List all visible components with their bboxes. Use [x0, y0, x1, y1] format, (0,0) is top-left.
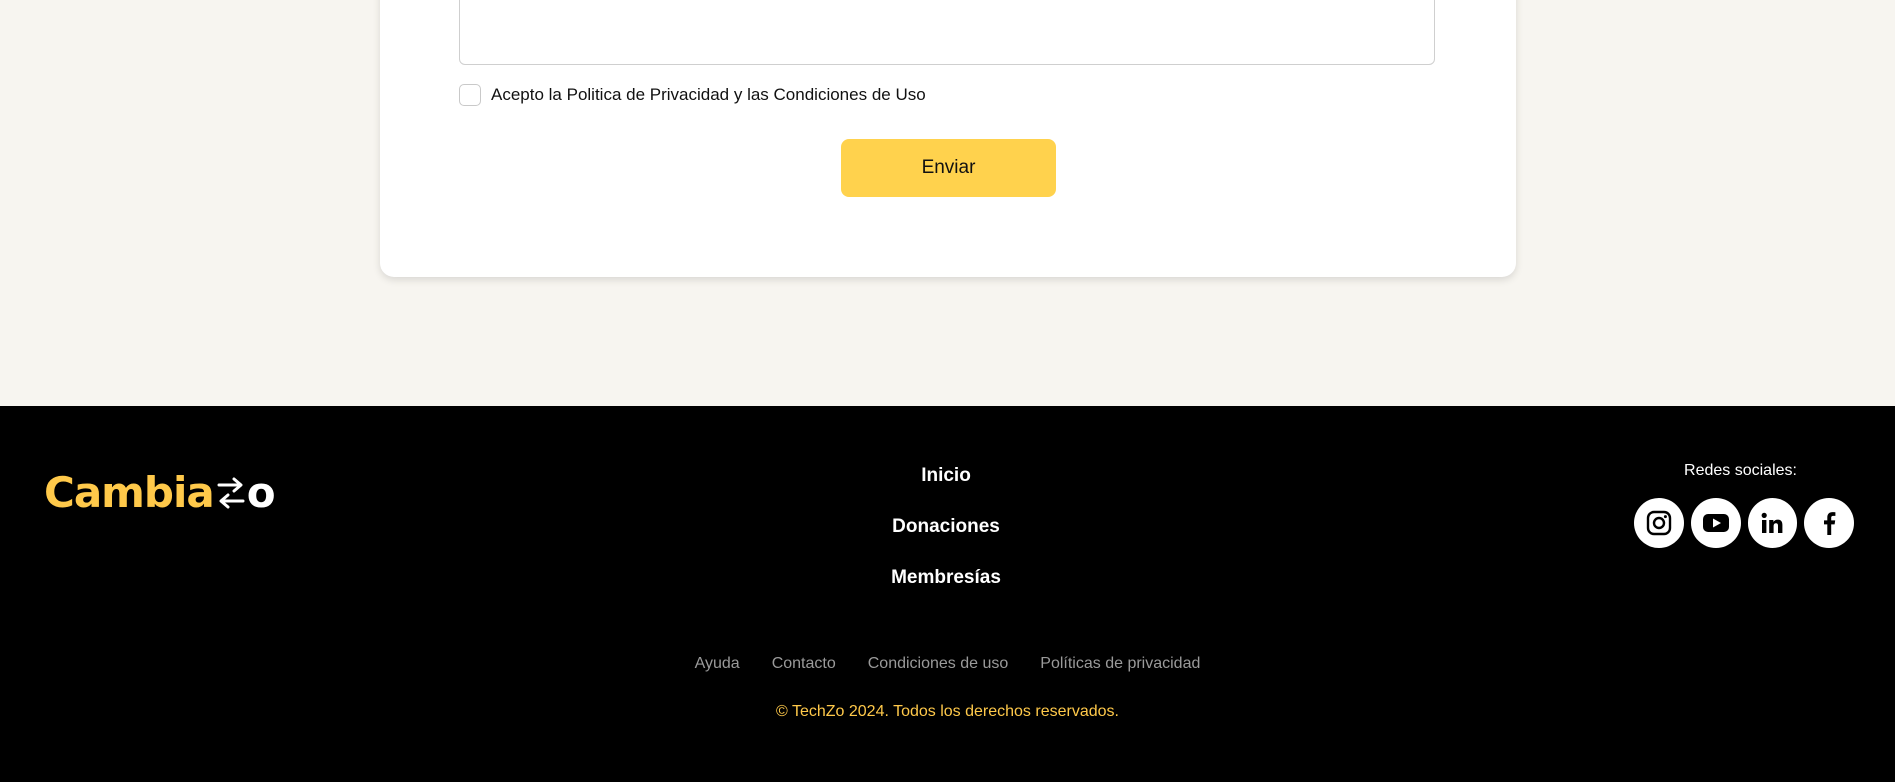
- legal-links: Ayuda Contacto Condiciones de uso Políti…: [0, 655, 1895, 673]
- nav-link-inicio[interactable]: Inicio: [796, 464, 1096, 515]
- linkedin-link[interactable]: [1747, 498, 1798, 548]
- link-condiciones-de-uso[interactable]: Condiciones de uso: [868, 655, 1009, 673]
- message-textarea[interactable]: [459, 0, 1435, 65]
- link-ayuda[interactable]: Ayuda: [695, 655, 740, 673]
- consent-row[interactable]: Acepto la Politica de Privacidad y las C…: [459, 84, 926, 106]
- copyright-text: © TechZo 2024. Todos los derechos reserv…: [776, 703, 1119, 720]
- consent-checkbox[interactable]: [459, 84, 481, 106]
- consent-label: Acepto la Politica de Privacidad y las C…: [491, 85, 926, 104]
- nav-link-membresias[interactable]: Membresías: [796, 566, 1096, 617]
- contact-form-card: Acepto la Politica de Privacidad y las C…: [380, 0, 1516, 277]
- instagram-icon: [1646, 510, 1672, 536]
- youtube-link[interactable]: [1690, 498, 1741, 548]
- cambiazo-logo[interactable]: Cambia o: [44, 468, 276, 517]
- social-icons: [1634, 498, 1854, 548]
- submit-button[interactable]: Enviar: [841, 139, 1056, 197]
- social-title: Redes sociales:: [1684, 462, 1797, 479]
- logo-text-cambia: Cambia: [44, 468, 215, 517]
- linkedin-icon: [1761, 512, 1783, 533]
- link-contacto[interactable]: Contacto: [772, 655, 836, 673]
- logo-text-o: o: [246, 468, 276, 517]
- link-politicas-de-privacidad[interactable]: Políticas de privacidad: [1040, 655, 1200, 673]
- facebook-link[interactable]: [1804, 498, 1854, 548]
- site-footer: Cambia o Inicio Donaciones Membresías Re…: [0, 406, 1895, 782]
- swap-arrows-icon: [217, 477, 245, 508]
- social-section: Redes sociales:: [1634, 462, 1854, 548]
- facebook-icon: [1824, 512, 1836, 535]
- nav-link-donaciones[interactable]: Donaciones: [796, 515, 1096, 566]
- youtube-icon: [1702, 514, 1729, 532]
- footer-main-nav: Inicio Donaciones Membresías: [796, 464, 1096, 617]
- instagram-link[interactable]: [1634, 498, 1684, 548]
